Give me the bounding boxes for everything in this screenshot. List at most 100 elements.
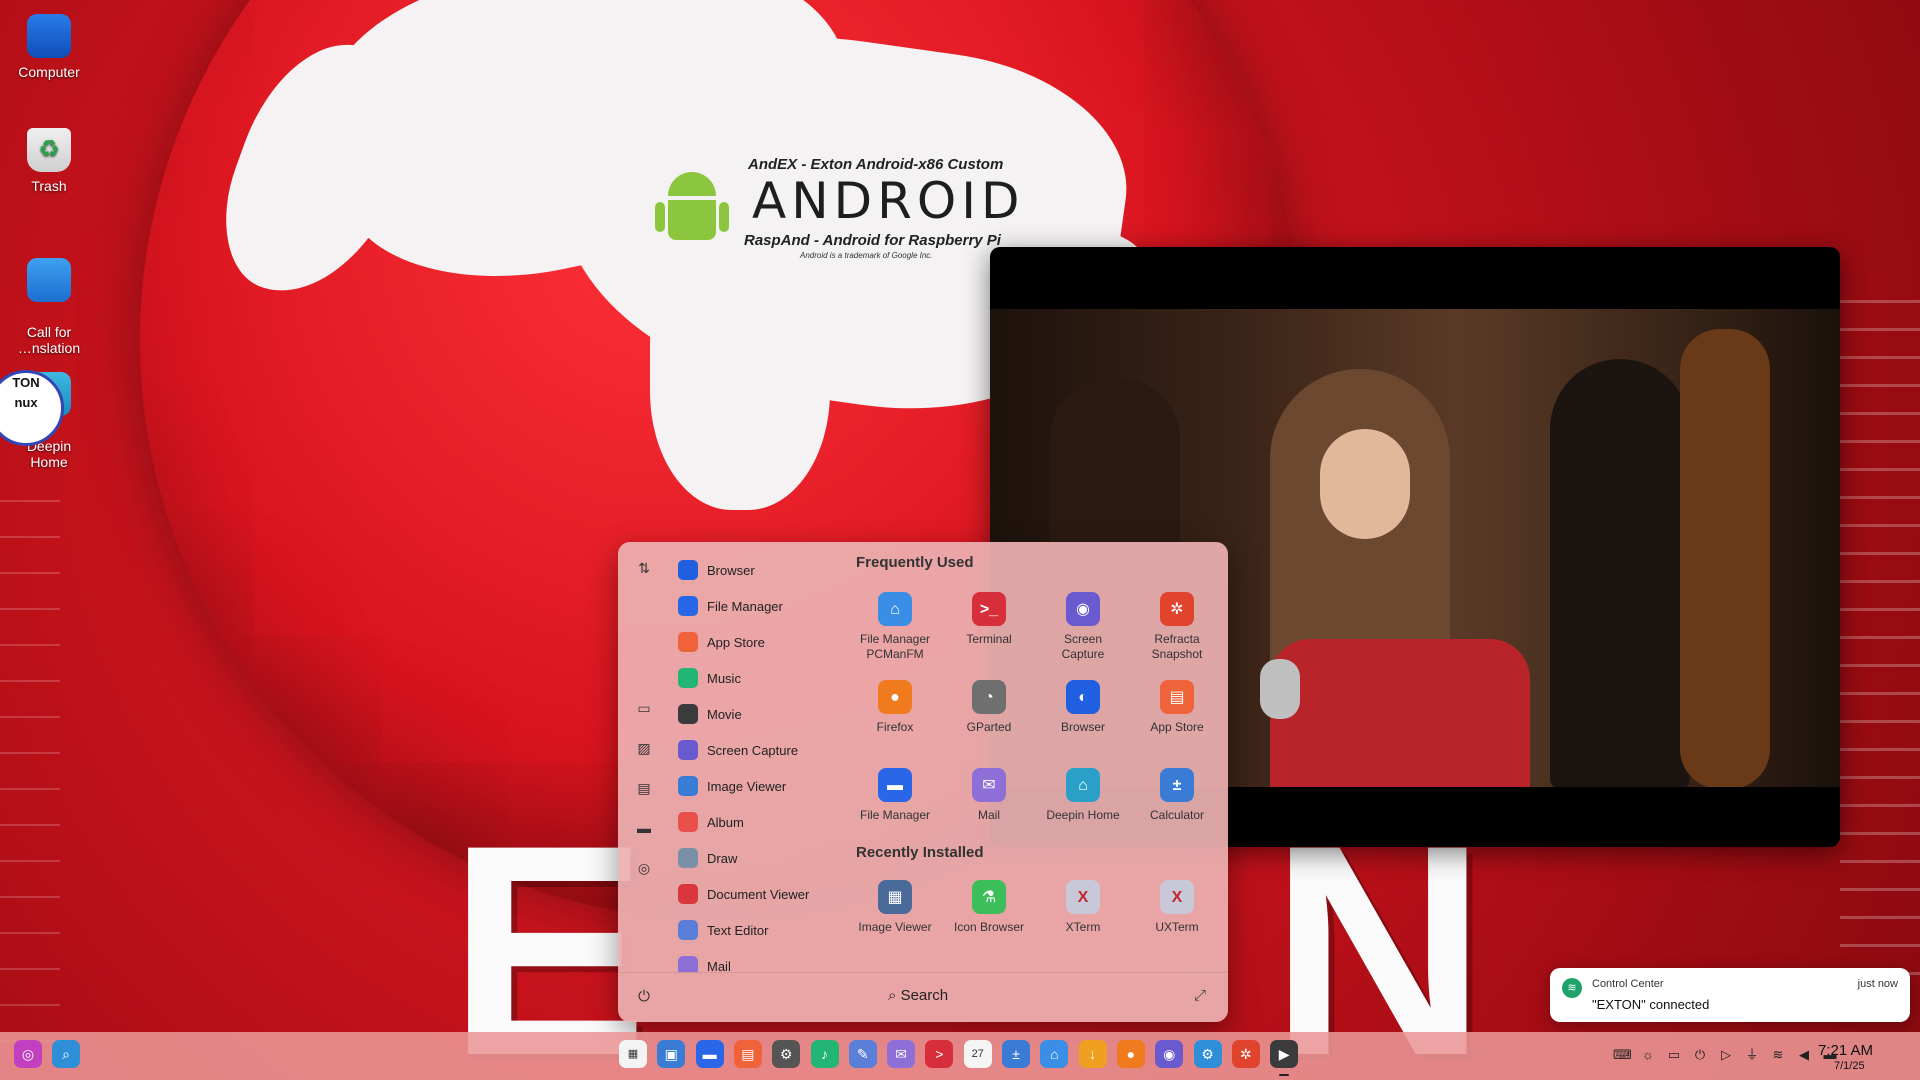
search-button[interactable]: ⌕ Search: [888, 987, 948, 1004]
app-list-item[interactable]: Music: [678, 660, 828, 696]
app-tile[interactable]: ▤ App Store: [1133, 680, 1221, 735]
app-tile[interactable]: X XTerm: [1039, 880, 1127, 935]
power-icon[interactable]: ⏻: [634, 988, 654, 1008]
multitask-icon[interactable]: ▣: [657, 1040, 686, 1068]
app-tile[interactable]: ✉ Mail: [945, 768, 1033, 823]
app-tile-icon: ▤: [1160, 680, 1194, 714]
desktop-icon-computer[interactable]: Computer: [0, 14, 98, 80]
app-list-label: Text Editor: [707, 922, 769, 938]
control-center-icon[interactable]: ⚙: [1193, 1040, 1222, 1068]
app-list-label: Music: [707, 670, 741, 686]
app-list-label: Browser: [707, 562, 755, 578]
app-tile[interactable]: ● Firefox: [851, 680, 939, 735]
power-icon[interactable]: ⏻: [1691, 1046, 1709, 1064]
drive-icon[interactable]: ▬: [1821, 1046, 1839, 1064]
app-list-item[interactable]: Screen Capture: [678, 732, 828, 768]
desktop-icon-label: Computer: [18, 64, 80, 80]
network-icon[interactable]: ◎: [634, 858, 654, 878]
mail-icon: [678, 956, 698, 972]
app-tile-icon: ⌂: [1066, 768, 1100, 802]
file-manager-icon[interactable]: ▬: [695, 1040, 724, 1068]
app-tile[interactable]: ⚗ Icon Browser: [945, 880, 1033, 935]
app-list-item[interactable]: App Store: [678, 624, 828, 660]
terminal-icon[interactable]: >: [925, 1040, 954, 1068]
app-list-item[interactable]: Movie: [678, 696, 828, 732]
fullscreen-toggle-icon[interactable]: ⤢: [1194, 987, 1206, 1004]
app-tile-label: File Manager PCManFM: [859, 632, 931, 661]
app-tile[interactable]: ▦ Image Viewer: [851, 880, 939, 935]
app-tile[interactable]: X UXTerm: [1133, 880, 1221, 935]
app-list-item[interactable]: Text Editor: [678, 912, 828, 948]
app-tile-label: UXTerm: [1155, 920, 1199, 934]
text-editor-icon[interactable]: ✎: [848, 1040, 877, 1068]
app-list-label: Image Viewer: [707, 778, 787, 794]
app-list-item[interactable]: Mail: [678, 948, 828, 972]
desktop-icon-translation[interactable]: Call for …nslation: [0, 242, 98, 372]
app-tile[interactable]: ⌂ Deepin Home: [1039, 768, 1127, 823]
movie-icon: [678, 704, 698, 724]
firefox-icon[interactable]: ●: [1116, 1040, 1145, 1068]
mail-icon[interactable]: ✉: [887, 1040, 916, 1068]
monitor-icon[interactable]: ▭: [634, 698, 654, 718]
app-tile[interactable]: ◐ Browser: [1039, 680, 1127, 735]
music-icon[interactable]: ♪: [810, 1040, 839, 1068]
app-tile-label: File Manager: [859, 808, 931, 822]
desktop-icon[interactable]: ▬: [634, 818, 654, 838]
app-list-item[interactable]: Document Viewer: [678, 876, 828, 912]
notification-time: just now: [1857, 978, 1898, 990]
file-manager-icon: [678, 596, 698, 616]
app-tile[interactable]: ⌂ File Manager PCManFM: [851, 592, 939, 662]
image-icon[interactable]: ▨: [634, 738, 654, 758]
downloader-icon[interactable]: ↓: [1078, 1040, 1107, 1068]
battery-icon[interactable]: ▭: [1665, 1046, 1683, 1064]
launcher-icon[interactable]: ◎: [14, 1040, 42, 1068]
pcmanfm-icon[interactable]: ⌂: [1040, 1040, 1069, 1068]
brightness-icon[interactable]: ☼: [1639, 1046, 1657, 1064]
app-tile-label: Screen Capture: [1061, 632, 1105, 661]
notification-toast[interactable]: ≋ Control Center just now "EXTON" connec…: [1550, 968, 1910, 1022]
settings-icon[interactable]: ⚙: [772, 1040, 801, 1068]
app-tile[interactable]: ▬ File Manager: [851, 768, 939, 823]
app-tile[interactable]: ± Calculator: [1133, 768, 1221, 823]
android-banner: AndEX - Exton Android-x86 Custom ANDROID…: [655, 150, 1030, 260]
android-robot-icon: [668, 172, 716, 196]
calculator-icon[interactable]: ±: [1002, 1040, 1030, 1068]
movie-icon[interactable]: ▶: [1270, 1040, 1299, 1068]
search-icon[interactable]: ⌕: [52, 1040, 80, 1068]
volume-icon[interactable]: ◀: [1795, 1046, 1813, 1064]
app-list-item[interactable]: Browser: [678, 552, 828, 588]
app-tile[interactable]: ◔ GParted: [945, 680, 1033, 735]
app-grid-icon[interactable]: ▦: [619, 1040, 647, 1068]
launcher-footer: ⏻ ⌕ Search ⤢: [618, 972, 1228, 1022]
wifi-icon[interactable]: ≋: [1769, 1046, 1787, 1064]
sort-icon[interactable]: ⇅: [634, 558, 654, 578]
draw-icon: [678, 848, 698, 868]
app-store-icon[interactable]: ▤: [733, 1040, 762, 1068]
app-list-item[interactable]: Album: [678, 804, 828, 840]
app-tile-label: Calculator: [1149, 808, 1205, 822]
app-tile[interactable]: >_ Terminal: [945, 592, 1033, 647]
play-circle-icon[interactable]: ▷: [1717, 1046, 1735, 1064]
document-viewer-icon: [678, 884, 698, 904]
screen-capture-icon[interactable]: ◉: [1155, 1040, 1184, 1068]
app-list-label: Mail: [707, 958, 731, 973]
app-tile-label: Mail: [977, 808, 1000, 822]
banner-bottom-text: RaspAnd - Android for Raspberry Pi: [744, 232, 1001, 249]
app-tile-icon: ⚗: [972, 880, 1006, 914]
app-list-item[interactable]: File Manager: [678, 588, 828, 624]
app-tile[interactable]: ✲ Refracta Snapshot: [1133, 592, 1221, 662]
app-list-item[interactable]: Draw: [678, 840, 828, 876]
app-tile[interactable]: ◉ Screen Capture: [1039, 592, 1127, 662]
desktop-icon-label: Call for …nslation: [17, 324, 81, 356]
calendar-icon[interactable]: 27: [963, 1040, 992, 1068]
usb-icon[interactable]: ⏚: [1743, 1046, 1761, 1064]
keyboard-icon[interactable]: ⌨: [1613, 1046, 1632, 1064]
app-tile-icon: ◔: [972, 680, 1006, 714]
document-icon[interactable]: ▤: [634, 778, 654, 798]
recently-installed-title: Recently Installed: [856, 844, 984, 861]
desktop-icon-trash[interactable]: ♻ Trash: [0, 128, 98, 194]
refracta-icon[interactable]: ✲: [1231, 1040, 1260, 1068]
app-list-label: Album: [707, 814, 744, 830]
app-list-item[interactable]: Image Viewer: [678, 768, 828, 804]
translation-icon: [27, 258, 71, 302]
